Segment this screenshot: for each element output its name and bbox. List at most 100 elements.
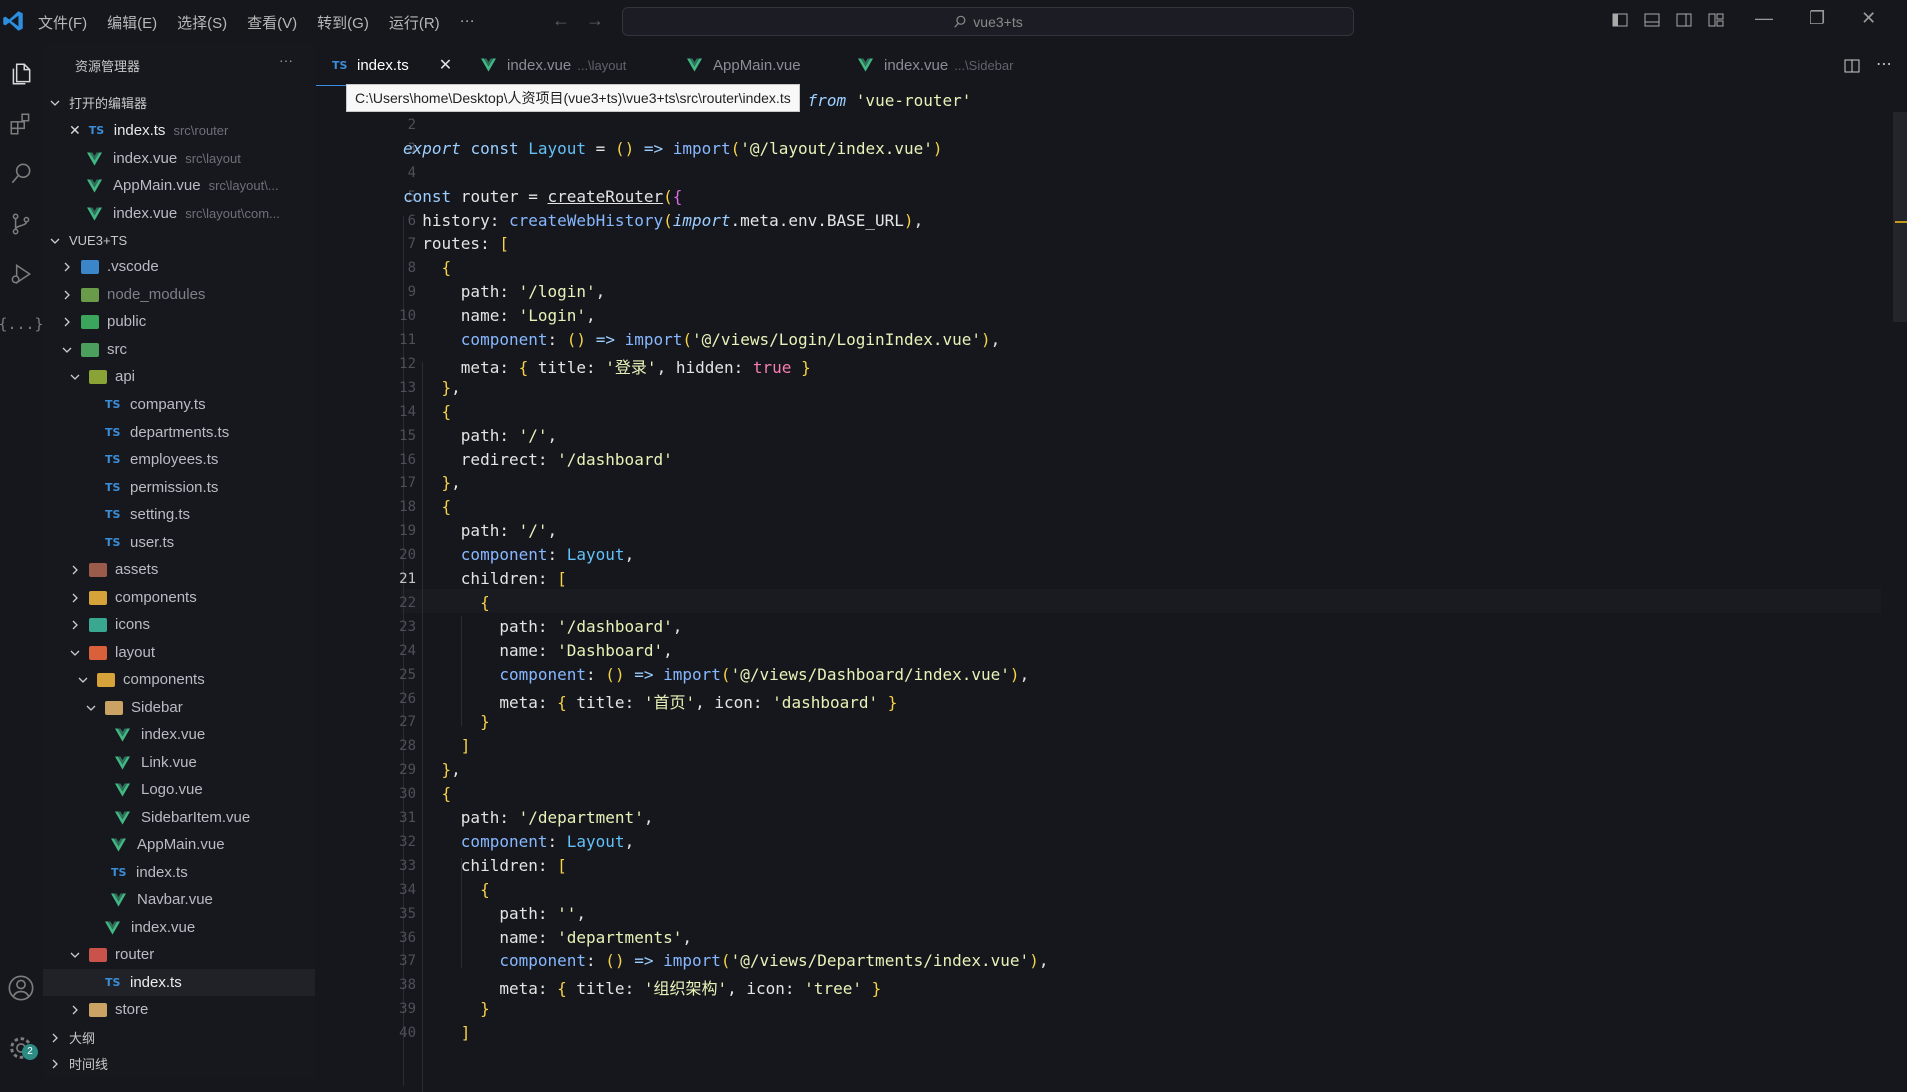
code-line: { (441, 258, 452, 278)
tab-sidebar-index-vue[interactable]: index.vue ...\Sidebar (858, 44, 1013, 86)
code-line: const router = createRouter({ (403, 186, 683, 206)
open-editors-header[interactable]: 打开的编辑器 (43, 89, 315, 116)
open-editor-item[interactable]: AppMain.vue src\layout\... (43, 172, 315, 199)
tree-folder-api[interactable]: api (43, 363, 315, 390)
restore-icon[interactable]: ❐ (1809, 8, 1825, 29)
split-editor-icon[interactable] (1844, 58, 1860, 74)
tree-item-label: Navbar.vue (137, 891, 213, 908)
toggle-primary-sidebar-icon[interactable] (1612, 12, 1628, 28)
search-icon[interactable] (5, 158, 37, 190)
tree-folder-assets[interactable]: assets (43, 556, 315, 583)
tree-file[interactable]: SidebarItem.vue (43, 804, 315, 831)
code-line: { (441, 497, 452, 517)
tree-file[interactable]: Link.vue (43, 749, 315, 776)
menu-go[interactable]: 转到(G) (317, 12, 369, 33)
json-outline-icon[interactable]: {...} (0, 308, 44, 340)
tree-item-label: index.vue (141, 726, 206, 743)
customize-layout-icon[interactable] (1708, 12, 1724, 28)
menu-file[interactable]: 文件(F) (38, 12, 87, 33)
tree-file[interactable]: TS company.ts (43, 391, 315, 418)
minimize-icon[interactable]: — (1755, 8, 1773, 29)
code-line: routes: [ (403, 234, 509, 254)
account-icon[interactable] (5, 972, 37, 1004)
chevron-right-icon (64, 290, 70, 299)
tab-index-ts[interactable]: TS index.ts ✕ (332, 44, 452, 86)
typescript-file-icon: TS (105, 976, 121, 989)
tree-folder-node-modules[interactable]: node_modules (43, 281, 315, 308)
tree-file-selected[interactable]: TS index.ts (43, 969, 315, 996)
toggle-secondary-sidebar-icon[interactable] (1676, 12, 1692, 28)
close-icon[interactable]: ✕ (439, 55, 452, 75)
tree-folder-store[interactable]: store (43, 996, 315, 1023)
back-arrow-icon[interactable]: ← (552, 10, 570, 31)
run-debug-icon[interactable] (5, 258, 37, 290)
tree-folder-sidebar[interactable]: Sidebar (43, 694, 315, 721)
code-line: }, (441, 377, 461, 397)
close-window-icon[interactable]: ✕ (1861, 8, 1876, 29)
open-editor-item[interactable]: index.vue src\layout\com... (43, 200, 315, 227)
project-header[interactable]: VUE3+TS (43, 227, 315, 254)
tab-label: index.ts (357, 56, 409, 74)
tree-file[interactable]: TS employees.ts (43, 446, 315, 473)
tree-folder-vscode[interactable]: .vscode (43, 253, 315, 280)
code-line: redirect: '/dashboard' (403, 449, 673, 469)
tab-path-hint: ...\layout (577, 57, 627, 73)
typescript-file-icon: TS (105, 508, 121, 521)
menu-view[interactable]: 查看(V) (247, 12, 297, 33)
vscode-logo-icon (3, 11, 23, 31)
tree-folder-router[interactable]: router (43, 941, 315, 968)
tree-file[interactable]: index.vue (43, 721, 315, 748)
tree-folder-src[interactable]: src (43, 336, 315, 363)
tree-folder-layout[interactable]: layout (43, 639, 315, 666)
explorer-title: 资源管理器 (75, 59, 141, 74)
tree-file[interactable]: Logo.vue (43, 776, 315, 803)
code-line: name: 'departments', (403, 927, 692, 947)
tree-file[interactable]: index.vue (43, 914, 315, 941)
more-actions-icon[interactable]: ··· (279, 52, 293, 68)
chevron-right-icon (72, 620, 78, 629)
menu-edit[interactable]: 编辑(E) (107, 12, 157, 33)
code-line: } (480, 712, 490, 732)
vue-file-icon (687, 58, 702, 72)
tree-file[interactable]: TS index.ts (43, 859, 315, 886)
tree-file[interactable]: AppMain.vue (43, 831, 315, 858)
tree-item-label: user.ts (130, 534, 175, 551)
folder-icons-icon (89, 617, 107, 632)
command-center-search[interactable]: vue3+ts (622, 7, 1354, 36)
tree-folder-components[interactable]: components (43, 666, 315, 693)
open-editor-item[interactable]: ✕ TS index.ts src\router (43, 117, 315, 144)
menu-bar: 文件(F) 编辑(E) 选择(S) 查看(V) 转到(G) 运行(R) ··· (38, 12, 495, 33)
extensions-icon[interactable] (5, 108, 37, 140)
tree-folder-components[interactable]: components (43, 584, 315, 611)
code-line: { (441, 401, 452, 421)
tree-file[interactable]: TS departments.ts (43, 419, 315, 446)
menu-run[interactable]: 运行(R) (389, 12, 440, 33)
tree-folder-icons[interactable]: icons (43, 611, 315, 638)
tree-folder-public[interactable]: public (43, 308, 315, 335)
more-actions-icon[interactable]: ⋯ (1876, 54, 1892, 74)
tree-file[interactable]: Navbar.vue (43, 886, 315, 913)
menu-selection[interactable]: 选择(S) (177, 12, 227, 33)
timeline-header[interactable]: 时间线 (43, 1050, 315, 1077)
tab-appmain-vue[interactable]: AppMain.vue (687, 44, 801, 86)
close-icon[interactable]: ✕ (69, 122, 81, 139)
open-editor-item[interactable]: index.vue src\layout (43, 145, 315, 172)
code-line: path: '/dashboard', (403, 616, 683, 636)
forward-arrow-icon[interactable]: → (586, 10, 604, 31)
code-line: export const Layout = () => import('@/la… (403, 138, 943, 158)
tree-file[interactable]: TS permission.ts (43, 474, 315, 501)
explorer-icon[interactable] (5, 58, 37, 90)
code-line: }, (441, 760, 461, 780)
menu-more[interactable]: ··· (460, 12, 475, 33)
tab-layout-index-vue[interactable]: index.vue ...\layout (481, 44, 626, 86)
tree-file[interactable]: TS setting.ts (43, 501, 315, 528)
tree-file[interactable]: TS user.ts (43, 529, 315, 556)
toggle-panel-icon[interactable] (1644, 12, 1660, 28)
outline-header[interactable]: 大纲 (43, 1024, 315, 1051)
code-editor[interactable]: 1234567891011121314151617181920212223242… (316, 86, 1907, 1092)
vertical-scrollbar[interactable] (1893, 112, 1907, 322)
source-control-icon[interactable] (5, 208, 37, 240)
tree-item-label: Logo.vue (141, 781, 203, 798)
code-line: component: Layout, (460, 831, 635, 851)
tree-item-label: setting.ts (130, 506, 191, 523)
